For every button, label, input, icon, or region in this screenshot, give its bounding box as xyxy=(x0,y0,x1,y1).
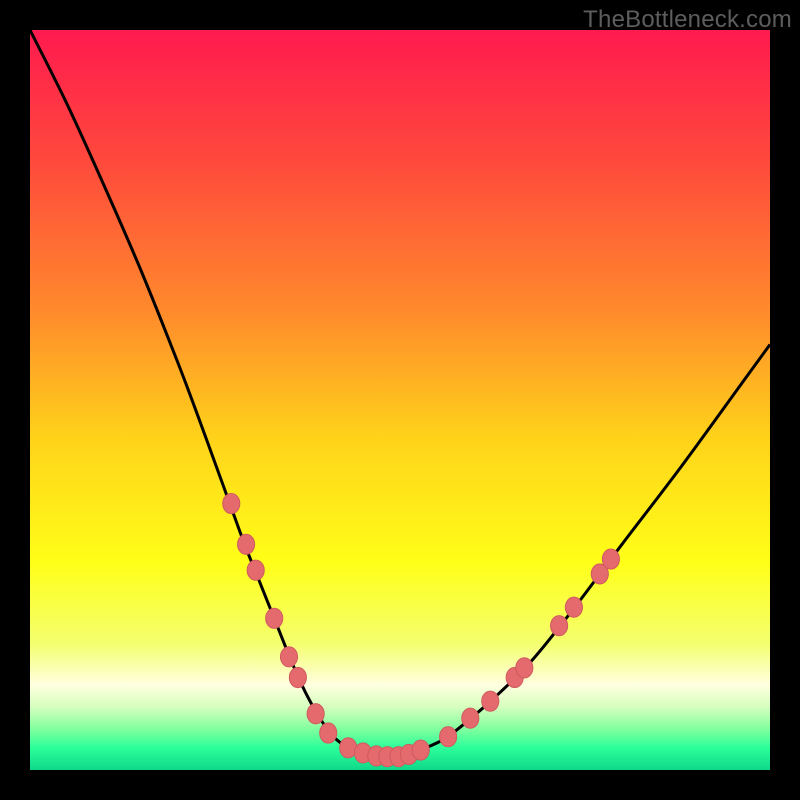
data-marker xyxy=(482,691,499,711)
data-marker xyxy=(551,616,568,636)
data-marker xyxy=(412,740,429,760)
data-markers xyxy=(223,494,620,767)
data-marker xyxy=(462,708,479,728)
data-marker xyxy=(223,494,240,514)
data-marker xyxy=(266,608,283,628)
data-marker xyxy=(289,667,306,687)
data-marker xyxy=(238,534,255,554)
data-marker xyxy=(440,727,457,747)
data-marker xyxy=(320,723,337,743)
data-marker xyxy=(247,560,264,580)
data-marker xyxy=(280,647,297,667)
chart-stage: TheBottleneck.com xyxy=(0,0,800,800)
data-marker xyxy=(516,658,533,678)
data-marker xyxy=(565,597,582,617)
data-marker xyxy=(602,549,619,569)
chart-svg xyxy=(30,30,770,770)
data-marker xyxy=(307,704,324,724)
plot-area xyxy=(30,30,770,770)
bottleneck-curve xyxy=(30,30,770,757)
